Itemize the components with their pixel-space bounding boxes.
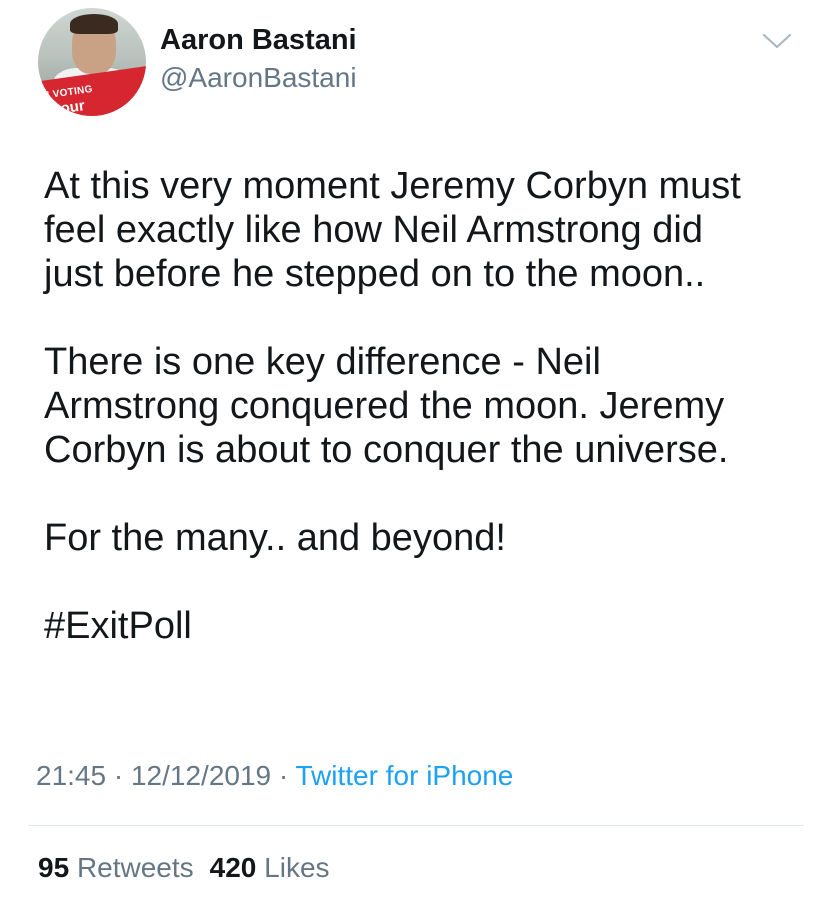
meta-separator: · bbox=[113, 760, 124, 791]
tweet-line: just before he stepped on to the moon.. bbox=[44, 253, 706, 295]
avatar[interactable]: M VOTING abour bbox=[38, 8, 146, 116]
tweet-text: At this very moment Jeremy Corbyn must f… bbox=[44, 164, 804, 648]
avatar-hair bbox=[70, 14, 118, 34]
meta-separator: · bbox=[278, 760, 289, 791]
tweet-date[interactable]: 12/12/2019 bbox=[131, 760, 271, 791]
retweets-stat[interactable]: 95 Retweets bbox=[38, 852, 194, 883]
tweet-stats: 95 Retweets 420 Likes bbox=[38, 852, 330, 884]
hashtag-link[interactable]: #ExitPoll bbox=[44, 604, 804, 648]
tweet-line: Corbyn is about to conquer the universe. bbox=[44, 429, 729, 471]
tweet-line: feel exactly like how Neil Armstrong did bbox=[44, 209, 703, 251]
likes-stat[interactable]: 420 Likes bbox=[210, 852, 330, 883]
tweet-line: At this very moment Jeremy Corbyn must bbox=[44, 165, 741, 207]
avatar-badge: M VOTING abour bbox=[38, 65, 146, 116]
tweet-source-link[interactable]: Twitter for iPhone bbox=[296, 760, 514, 791]
likes-count: 420 bbox=[209, 852, 257, 883]
tweet-meta: 21:45 · 12/12/2019 · Twitter for iPhone bbox=[36, 760, 513, 792]
user-handle[interactable]: @AaronBastani bbox=[160, 62, 357, 94]
divider bbox=[28, 825, 804, 826]
tweet-line: Armstrong conquered the moon. Jeremy bbox=[44, 385, 725, 427]
chevron-down-icon[interactable] bbox=[760, 30, 794, 52]
tweet-line: For the many.. and beyond! bbox=[44, 517, 506, 559]
user-name[interactable]: Aaron Bastani bbox=[160, 24, 357, 57]
retweets-count: 95 bbox=[38, 852, 70, 883]
tweet-card: M VOTING abour Aaron Bastani @AaronBasta… bbox=[0, 0, 828, 911]
likes-label: Likes bbox=[264, 852, 330, 883]
retweets-label: Retweets bbox=[76, 852, 194, 883]
tweet-line: There is one key difference - Neil bbox=[44, 341, 601, 383]
tweet-time[interactable]: 21:45 bbox=[36, 760, 106, 791]
